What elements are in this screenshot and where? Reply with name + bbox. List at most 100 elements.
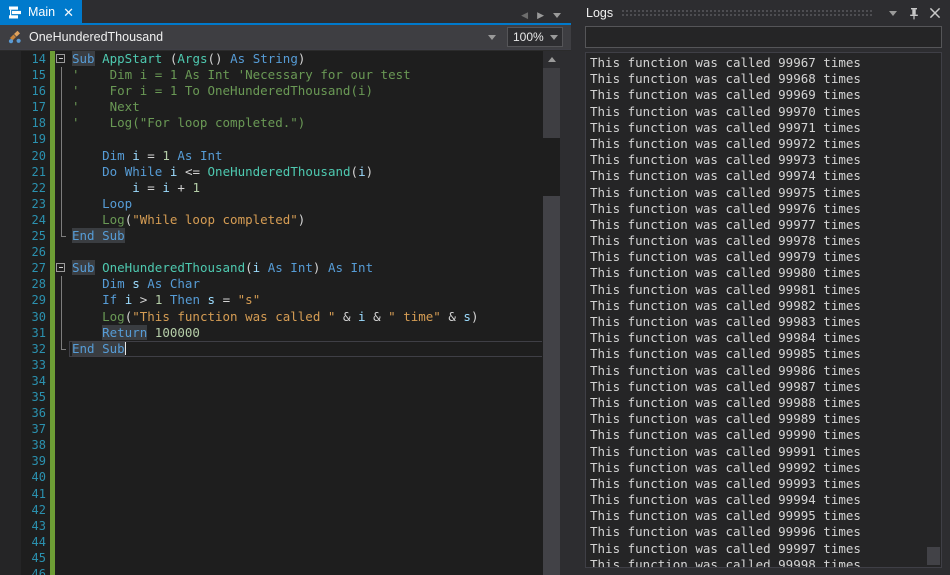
log-entry: This function was called 99987 times (590, 379, 926, 395)
fold-row (55, 518, 69, 534)
member-dropdown[interactable]: OneHunderedThousand (0, 25, 505, 49)
code-line[interactable]: If i > 1 Then s = "s" (72, 292, 542, 308)
fold-row (55, 164, 69, 180)
log-entry: This function was called 99971 times (590, 120, 926, 136)
code-line[interactable]: Sub OneHunderedThousand(i As Int) As Int (72, 260, 542, 276)
log-entry: This function was called 99969 times (590, 87, 926, 103)
code-folding-margin[interactable] (55, 51, 69, 575)
code-line[interactable] (72, 405, 542, 421)
fold-row[interactable] (55, 51, 69, 67)
line-number: 41 (21, 486, 46, 502)
log-entry: This function was called 99979 times (590, 249, 926, 265)
chevron-down-icon[interactable] (550, 35, 558, 40)
code-line[interactable] (72, 486, 542, 502)
code-line[interactable] (72, 518, 542, 534)
line-number: 40 (21, 469, 46, 485)
code-line[interactable]: Sub AppStart (Args() As String) (72, 51, 542, 67)
log-entry: This function was called 99981 times (590, 282, 926, 298)
chevron-down-icon[interactable] (488, 35, 496, 40)
fold-row (55, 405, 69, 421)
fold-row[interactable] (55, 260, 69, 276)
fold-row (55, 67, 69, 83)
log-entry: This function was called 99994 times (590, 492, 926, 508)
code-line[interactable]: Log("While loop completed") (72, 212, 542, 228)
code-line[interactable]: ' Dim i = 1 As Int 'Necessary for our te… (72, 67, 542, 83)
log-entry: This function was called 99967 times (590, 55, 926, 71)
log-entry: This function was called 99991 times (590, 444, 926, 460)
code-editor[interactable]: 1415161718192021222324252627282930313233… (0, 50, 571, 575)
code-line[interactable]: Dim s As Char (72, 276, 542, 292)
close-icon[interactable]: ✕ (62, 6, 75, 19)
zoom-dropdown[interactable]: 100% (507, 27, 563, 47)
scroll-up-button[interactable] (543, 51, 560, 68)
pin-icon[interactable] (906, 5, 922, 21)
code-line[interactable]: Do While i <= OneHunderedThousand(i) (72, 164, 542, 180)
code-text[interactable]: Sub AppStart (Args() As String)' Dim i =… (69, 51, 542, 575)
line-number: 14 (21, 51, 46, 67)
code-line[interactable]: End Sub (72, 228, 542, 244)
fold-line (61, 292, 62, 308)
code-line[interactable]: ' Log("For loop completed.") (72, 115, 542, 131)
nav-prev-icon[interactable]: ◀ (521, 11, 528, 20)
code-line[interactable]: ' Next (72, 99, 542, 115)
fold-row (55, 341, 69, 357)
code-line[interactable] (72, 421, 542, 437)
logs-filter-input[interactable] (586, 27, 941, 47)
line-number: 26 (21, 244, 46, 260)
fold-line (61, 276, 62, 292)
collapse-icon[interactable] (56, 263, 65, 272)
editor-vertical-scrollbar[interactable] (542, 51, 560, 575)
code-line[interactable]: Loop (72, 196, 542, 212)
code-line[interactable]: Dim i = 1 As Int (72, 148, 542, 164)
chevron-down-icon[interactable] (553, 13, 561, 18)
logs-output-panel[interactable]: This function was called 99967 timesThis… (585, 52, 942, 568)
fold-row (55, 83, 69, 99)
triangle-up-icon (548, 57, 556, 62)
tab-main[interactable]: Main ✕ (0, 0, 82, 25)
collapse-icon[interactable] (56, 54, 65, 63)
zoom-level: 100% (513, 30, 544, 44)
log-entry: This function was called 99976 times (590, 201, 926, 217)
code-line[interactable] (72, 357, 542, 373)
nav-next-icon[interactable]: ▶ (537, 11, 544, 20)
code-line[interactable] (72, 389, 542, 405)
code-line[interactable] (72, 502, 542, 518)
fold-row (55, 357, 69, 373)
close-icon[interactable] (927, 5, 943, 21)
drag-grip[interactable] (621, 8, 872, 18)
fold-row (55, 309, 69, 325)
code-line[interactable] (72, 469, 542, 485)
log-entry: This function was called 99968 times (590, 71, 926, 87)
editor-navbar: OneHunderedThousand 100% (0, 25, 571, 50)
line-number: 38 (21, 437, 46, 453)
code-line[interactable] (72, 534, 542, 550)
code-line[interactable]: i = i + 1 (72, 180, 542, 196)
fold-row (55, 550, 69, 566)
scrollbar-track-lower[interactable] (543, 196, 560, 575)
code-line[interactable]: Log("This function was called " & i & " … (72, 309, 542, 325)
code-line[interactable]: ' For i = 1 To OneHunderedThousand(i) (72, 83, 542, 99)
code-line[interactable]: End Sub (69, 341, 542, 357)
logs-vertical-scrollbar[interactable] (926, 53, 941, 567)
code-line[interactable] (72, 453, 542, 469)
chevron-down-icon[interactable] (885, 5, 901, 21)
code-line[interactable] (72, 131, 542, 147)
code-line[interactable] (72, 550, 542, 566)
code-line[interactable] (72, 373, 542, 389)
code-line[interactable]: Return 100000 (72, 325, 542, 341)
code-line[interactable] (72, 437, 542, 453)
line-number: 23 (21, 196, 46, 212)
breakpoint-margin[interactable] (0, 51, 21, 575)
fold-line (61, 164, 62, 180)
line-number: 16 (21, 83, 46, 99)
code-line[interactable] (72, 244, 542, 260)
logs-filter-box[interactable] (585, 26, 942, 48)
logs-scrollbar-thumb[interactable] (927, 547, 940, 565)
fold-line (61, 180, 62, 196)
code-line[interactable] (72, 566, 542, 575)
log-entry: This function was called 99985 times (590, 346, 926, 362)
fold-row (55, 292, 69, 308)
scrollbar-thumb[interactable] (543, 68, 560, 138)
fold-line (61, 212, 62, 228)
fold-line (61, 309, 62, 325)
